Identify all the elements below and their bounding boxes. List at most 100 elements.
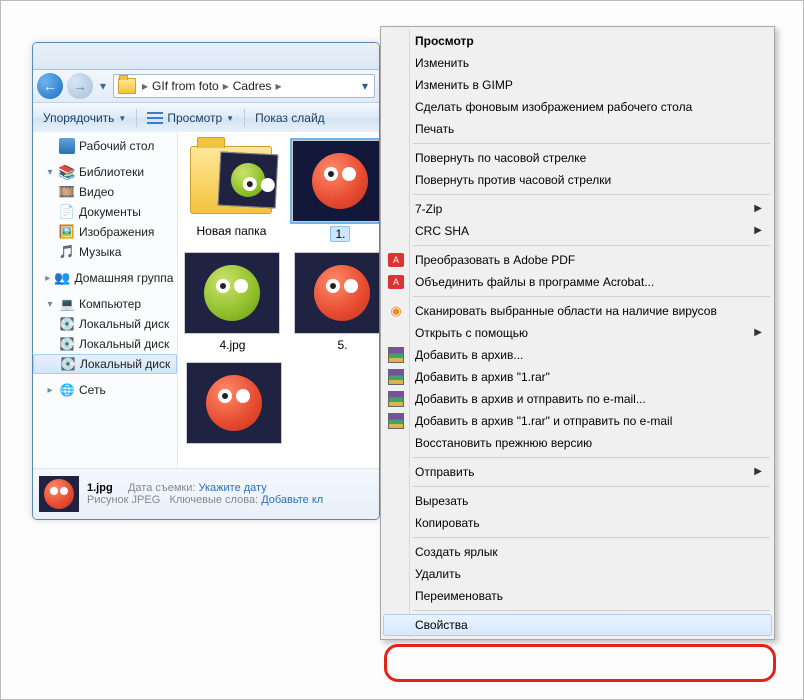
file-item[interactable] xyxy=(184,362,284,448)
breadcrumb[interactable]: ▸ GIf from foto ▸ Cadres ▸ ▾ xyxy=(113,74,375,98)
menu-separator xyxy=(413,486,770,487)
chevron-right-icon[interactable]: ▸ xyxy=(221,79,231,93)
menu-item-avast-scan[interactable]: ◉Сканировать выбранные области на наличи… xyxy=(383,300,772,322)
tree-label: Локальный диск xyxy=(80,357,170,371)
expand-icon[interactable]: ▸ xyxy=(45,273,50,284)
collapse-icon[interactable]: ▾ xyxy=(45,299,55,310)
menu-item-adobe-pdf[interactable]: AПреобразовать в Adobe PDF xyxy=(383,249,772,271)
details-thumbnail xyxy=(39,476,79,512)
menu-item-7zip[interactable]: 7-Zip▶ xyxy=(383,198,772,220)
tree-item-network[interactable]: ▸ Сеть xyxy=(33,380,177,400)
expand-icon[interactable]: ▸ xyxy=(45,385,55,396)
menu-item-rar-mail-1[interactable]: Добавить в архив "1.rar" и отправить по … xyxy=(383,410,772,432)
tree-item-pictures[interactable]: Изображения xyxy=(33,222,177,242)
drive-icon xyxy=(59,316,75,332)
collapse-icon[interactable]: ▾ xyxy=(45,167,55,178)
tree-item-drive[interactable]: Локальный диск xyxy=(33,354,177,374)
menu-item-rename[interactable]: Переименовать xyxy=(383,585,772,607)
menu-item-rar-mail[interactable]: Добавить в архив и отправить по e-mail..… xyxy=(383,388,772,410)
breadcrumb-seg-2[interactable]: Cadres xyxy=(233,79,272,93)
chevron-right-icon[interactable]: ▸ xyxy=(273,79,283,93)
nav-back-button[interactable]: ← xyxy=(37,73,63,99)
menu-item-view[interactable]: Просмотр xyxy=(383,30,772,52)
details-date-label: Дата съемки: xyxy=(128,482,195,494)
submenu-arrow-icon: ▶ xyxy=(754,203,762,214)
tree-item-video[interactable]: Видео xyxy=(33,182,177,202)
menu-item-rar-add[interactable]: Добавить в архив... xyxy=(383,344,772,366)
item-caption: 4.jpg xyxy=(184,338,280,352)
explorer-window: ← → ▾ ▸ GIf from foto ▸ Cadres ▸ ▾ Упоря… xyxy=(32,42,380,520)
submenu-arrow-icon: ▶ xyxy=(754,225,762,236)
menu-separator xyxy=(413,245,770,246)
organize-label: Упорядочить xyxy=(43,111,114,125)
menu-item-edit-gimp[interactable]: Изменить в GIMP xyxy=(383,74,772,96)
tree-label: Рабочий стол xyxy=(79,139,154,153)
tree-label: Изображения xyxy=(79,225,154,239)
menu-item-rotate-cw[interactable]: Повернуть по часовой стрелке xyxy=(383,147,772,169)
video-icon xyxy=(59,184,75,200)
pdf-icon: A xyxy=(388,252,404,268)
nav-history-dropdown[interactable]: ▾ xyxy=(97,73,109,99)
content-pane[interactable]: Новая папка 1. 4.jpg 5. xyxy=(178,132,379,473)
menu-separator xyxy=(413,537,770,538)
item-caption: Новая папка xyxy=(184,224,278,238)
menu-separator xyxy=(413,194,770,195)
drive-icon xyxy=(60,356,76,372)
folder-item[interactable]: Новая папка xyxy=(184,140,278,242)
toolbar: Упорядочить ▼ Просмотр ▼ Показ слайд xyxy=(33,103,379,134)
music-icon xyxy=(59,244,75,260)
file-item-selected[interactable]: 1. xyxy=(292,140,379,242)
tree-item-music[interactable]: Музыка xyxy=(33,242,177,262)
tree-item-libraries[interactable]: ▾ Библиотеки xyxy=(33,162,177,182)
details-keywords-value[interactable]: Добавьте кл xyxy=(261,494,323,506)
winrar-icon xyxy=(388,391,404,407)
menu-item-print[interactable]: Печать xyxy=(383,118,772,140)
menu-item-previous-versions[interactable]: Восстановить прежнюю версию xyxy=(383,432,772,454)
tree-item-drive[interactable]: Локальный диск xyxy=(33,314,177,334)
menu-item-properties[interactable]: Свойства xyxy=(383,614,772,636)
tree-item-documents[interactable]: Документы xyxy=(33,202,177,222)
toolbar-separator xyxy=(136,109,137,127)
navigation-pane: Рабочий стол ▾ Библиотеки Видео xyxy=(33,132,178,473)
nav-forward-button[interactable]: → xyxy=(67,73,93,99)
menu-separator xyxy=(413,143,770,144)
menu-item-copy[interactable]: Копировать xyxy=(383,512,772,534)
menu-item-rar-add-1[interactable]: Добавить в архив "1.rar" xyxy=(383,366,772,388)
view-icon xyxy=(147,112,163,124)
dropdown-icon[interactable]: ▾ xyxy=(360,79,370,93)
title-bar[interactable] xyxy=(33,43,379,70)
details-pane: 1.jpg Дата съемки: Укажите дату Рисунок … xyxy=(33,468,379,519)
slideshow-button[interactable]: Показ слайд xyxy=(251,109,329,127)
context-menu: Просмотр Изменить Изменить в GIMP Сделат… xyxy=(380,26,775,640)
menu-item-acrobat-merge[interactable]: AОбъединить файлы в программе Acrobat... xyxy=(383,271,772,293)
winrar-icon xyxy=(388,347,404,363)
menu-separator xyxy=(413,296,770,297)
organize-button[interactable]: Упорядочить ▼ xyxy=(39,109,130,127)
details-type: Рисунок JPEG xyxy=(87,494,160,506)
menu-item-crc[interactable]: CRC SHA▶ xyxy=(383,220,772,242)
chevron-down-icon: ▼ xyxy=(226,114,234,123)
details-keywords-label: Ключевые слова: xyxy=(169,494,258,506)
tree-label: Локальный диск xyxy=(79,317,169,331)
chevron-right-icon[interactable]: ▸ xyxy=(140,79,150,93)
tree-item-computer[interactable]: ▾ Компьютер xyxy=(33,294,177,314)
tree-label: Сеть xyxy=(79,383,106,397)
menu-item-edit[interactable]: Изменить xyxy=(383,52,772,74)
tree-item-drive[interactable]: Локальный диск xyxy=(33,334,177,354)
menu-item-delete[interactable]: Удалить xyxy=(383,563,772,585)
breadcrumb-seg-1[interactable]: GIf from foto xyxy=(152,79,219,93)
menu-item-wallpaper[interactable]: Сделать фоновым изображением рабочего ст… xyxy=(383,96,772,118)
menu-item-send-to[interactable]: Отправить▶ xyxy=(383,461,772,483)
file-item[interactable]: 5. xyxy=(294,252,379,352)
winrar-icon xyxy=(388,413,404,429)
menu-item-open-with[interactable]: Открыть с помощью▶ xyxy=(383,322,772,344)
menu-item-shortcut[interactable]: Создать ярлык xyxy=(383,541,772,563)
submenu-arrow-icon: ▶ xyxy=(754,327,762,338)
view-button[interactable]: Просмотр ▼ xyxy=(143,109,238,127)
tree-item-desktop[interactable]: Рабочий стол xyxy=(33,136,177,156)
tree-item-homegroup[interactable]: ▸ Домашняя группа xyxy=(33,268,177,288)
details-date-value[interactable]: Укажите дату xyxy=(199,482,267,494)
menu-item-cut[interactable]: Вырезать xyxy=(383,490,772,512)
file-item[interactable]: 4.jpg xyxy=(184,252,280,352)
menu-item-rotate-ccw[interactable]: Повернуть против часовой стрелки xyxy=(383,169,772,191)
